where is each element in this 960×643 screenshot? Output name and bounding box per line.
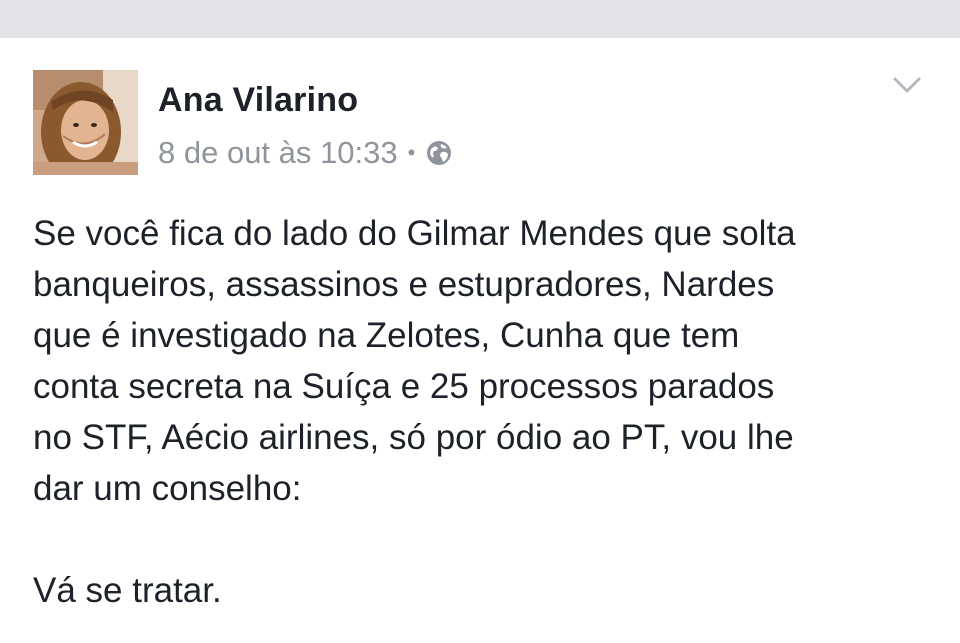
post-card: Ana Vilarino 8 de out às 10:33 • Se você… (0, 38, 960, 643)
post-paragraph: Se você fica do lado do Gilmar Mendes qu… (33, 214, 796, 508)
chevron-down-icon[interactable] (892, 74, 922, 96)
post-timestamp[interactable]: 8 de out às 10:33 (158, 135, 398, 171)
author-name[interactable]: Ana Vilarino (158, 81, 358, 120)
feed-top-band (0, 0, 960, 38)
meta-separator: • (407, 140, 416, 165)
post-meta: 8 de out às 10:33 • (158, 133, 453, 173)
avatar-photo (33, 70, 138, 175)
avatar[interactable] (33, 70, 138, 175)
post-paragraph: Vá se tratar. (33, 571, 222, 610)
globe-icon[interactable] (425, 139, 453, 167)
post-body: Se você fica do lado do Gilmar Mendes qu… (33, 208, 938, 616)
